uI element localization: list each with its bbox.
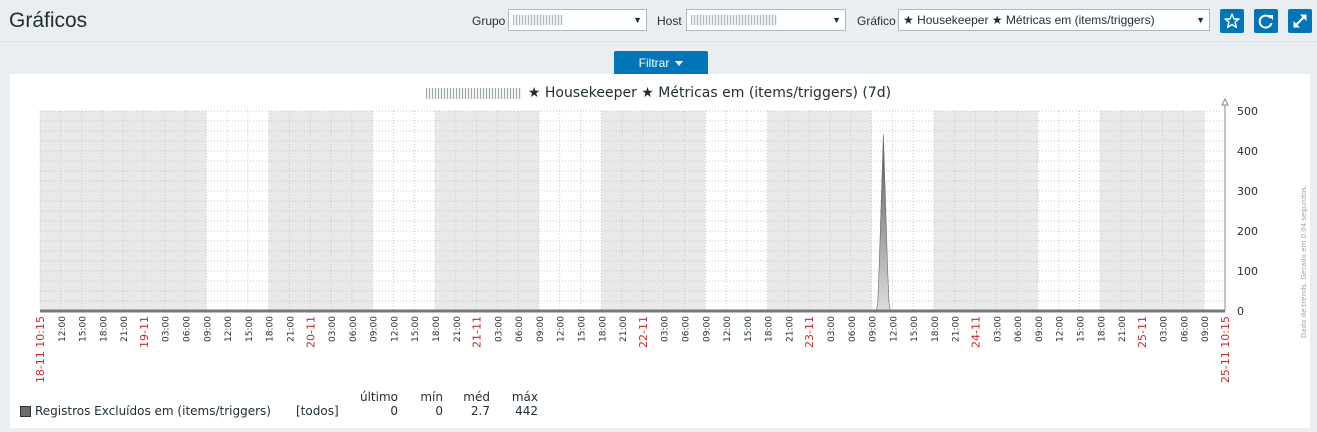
x-tick-label: 18:00 bbox=[432, 316, 442, 342]
y-tick-label: 500 bbox=[1237, 105, 1258, 118]
x-tick-label: 09:00 bbox=[702, 316, 712, 342]
generation-note: Dado de trends. Gerado em 0.04 segundos. bbox=[1300, 184, 1308, 338]
y-tick-label: 100 bbox=[1237, 265, 1258, 278]
x-date-label: 23-11 bbox=[803, 316, 816, 348]
x-tick-label: 12:00 bbox=[889, 316, 899, 342]
x-tick-label: 09:00 bbox=[203, 316, 213, 342]
legend-item-last: 0 bbox=[390, 404, 398, 418]
x-date-label: 25-11 10:15 bbox=[1219, 316, 1232, 383]
x-tick-label: 18:00 bbox=[1097, 316, 1107, 342]
x-tick-label: 21:00 bbox=[453, 316, 463, 342]
x-tick-label: 15:00 bbox=[1076, 316, 1086, 342]
legend-item-max: 442 bbox=[515, 404, 538, 418]
x-tick-label: 03:00 bbox=[661, 316, 671, 342]
legend-header-max: máx bbox=[511, 390, 538, 404]
x-date-label: 20-11 bbox=[304, 316, 317, 348]
x-tick-label: 18:00 bbox=[598, 316, 608, 342]
legend-item-name: Registros Excluídos em (items/triggers) bbox=[35, 404, 271, 418]
legend-color-swatch bbox=[20, 406, 31, 417]
night-band bbox=[767, 111, 872, 311]
x-tick-label: 18:00 bbox=[99, 316, 109, 342]
x-tick-label: 06:00 bbox=[681, 316, 691, 342]
y-axis-arrow bbox=[1221, 97, 1229, 106]
night-band bbox=[268, 111, 373, 311]
x-tick-label: 21:00 bbox=[286, 316, 296, 342]
x-tick-label: 21:00 bbox=[619, 316, 629, 342]
x-date-label: 18-11 10:15 bbox=[34, 316, 47, 383]
x-tick-label: 15:00 bbox=[578, 316, 588, 342]
x-tick-label: 21:00 bbox=[952, 316, 962, 342]
x-tick-label: 21:00 bbox=[1118, 316, 1128, 342]
x-tick-label: 15:00 bbox=[79, 316, 89, 342]
x-tick-label: 21:00 bbox=[785, 316, 795, 342]
x-tick-label: 12:00 bbox=[557, 316, 567, 342]
x-tick-label: 12:00 bbox=[224, 316, 234, 342]
legend-header-min: mín bbox=[420, 390, 443, 404]
x-tick-label: 03:00 bbox=[827, 316, 837, 342]
x-tick-label: 12:00 bbox=[58, 316, 68, 342]
x-tick-label: 15:00 bbox=[744, 316, 754, 342]
x-tick-label: 09:00 bbox=[370, 316, 380, 342]
x-tick-label: 03:00 bbox=[328, 316, 338, 342]
legend-item-avg: 2.7 bbox=[470, 404, 490, 418]
x-tick-label: 18:00 bbox=[931, 316, 941, 342]
x-tick-label: 18:00 bbox=[266, 316, 276, 342]
x-tick-label: 15:00 bbox=[245, 316, 255, 342]
x-tick-label: 06:00 bbox=[349, 316, 359, 342]
x-tick-label: 18:00 bbox=[765, 316, 775, 342]
graph-chart: 0 100 200 300 400 500 18-11 10:15 12:00 15:00 18:… bbox=[34, 97, 1258, 383]
night-band bbox=[1100, 111, 1205, 311]
x-tick-label: 06:00 bbox=[1180, 316, 1190, 342]
y-tick-label: 200 bbox=[1237, 225, 1258, 238]
legend-item-min: 0 bbox=[435, 404, 443, 418]
y-tick-label: 400 bbox=[1237, 145, 1258, 158]
x-tick-label: 03:00 bbox=[993, 316, 1003, 342]
x-tick-label: 03:00 bbox=[162, 316, 172, 342]
y-tick-label: 0 bbox=[1237, 305, 1244, 318]
x-tick-label: 12:00 bbox=[390, 316, 400, 342]
x-tick-label: 09:00 bbox=[1201, 316, 1211, 342]
x-tick-label: 12:00 bbox=[1056, 316, 1066, 342]
x-tick-label: 09:00 bbox=[1035, 316, 1045, 342]
x-tick-label: 15:00 bbox=[411, 316, 421, 342]
y-tick-label: 300 bbox=[1237, 185, 1258, 198]
x-tick-label: 06:00 bbox=[183, 316, 193, 342]
x-tick-label: 12:00 bbox=[723, 316, 733, 342]
x-date-label: 25-11 bbox=[1136, 316, 1149, 348]
legend-header-avg: méd bbox=[463, 390, 490, 404]
x-date-label: 22-11 bbox=[637, 316, 650, 348]
legend-item-func: [todos] bbox=[296, 404, 339, 418]
x-date-label: 21-11 bbox=[471, 316, 484, 348]
x-tick-label: 09:00 bbox=[536, 316, 546, 342]
x-tick-label: 03:00 bbox=[1160, 316, 1170, 342]
x-tick-label: 06:00 bbox=[848, 316, 858, 342]
x-tick-label: 21:00 bbox=[120, 316, 130, 342]
legend-item: Registros Excluídos em (items/triggers) bbox=[20, 404, 271, 418]
legend-header-last: último bbox=[359, 390, 398, 404]
x-date-label: 24-11 bbox=[970, 316, 983, 348]
x-tick-label: 03:00 bbox=[494, 316, 504, 342]
x-date-label: 19-11 bbox=[138, 316, 151, 348]
x-tick-label: 09:00 bbox=[869, 316, 879, 342]
x-tick-label: 06:00 bbox=[515, 316, 525, 342]
x-tick-label: 06:00 bbox=[1014, 316, 1024, 342]
x-tick-label: 15:00 bbox=[910, 316, 920, 342]
